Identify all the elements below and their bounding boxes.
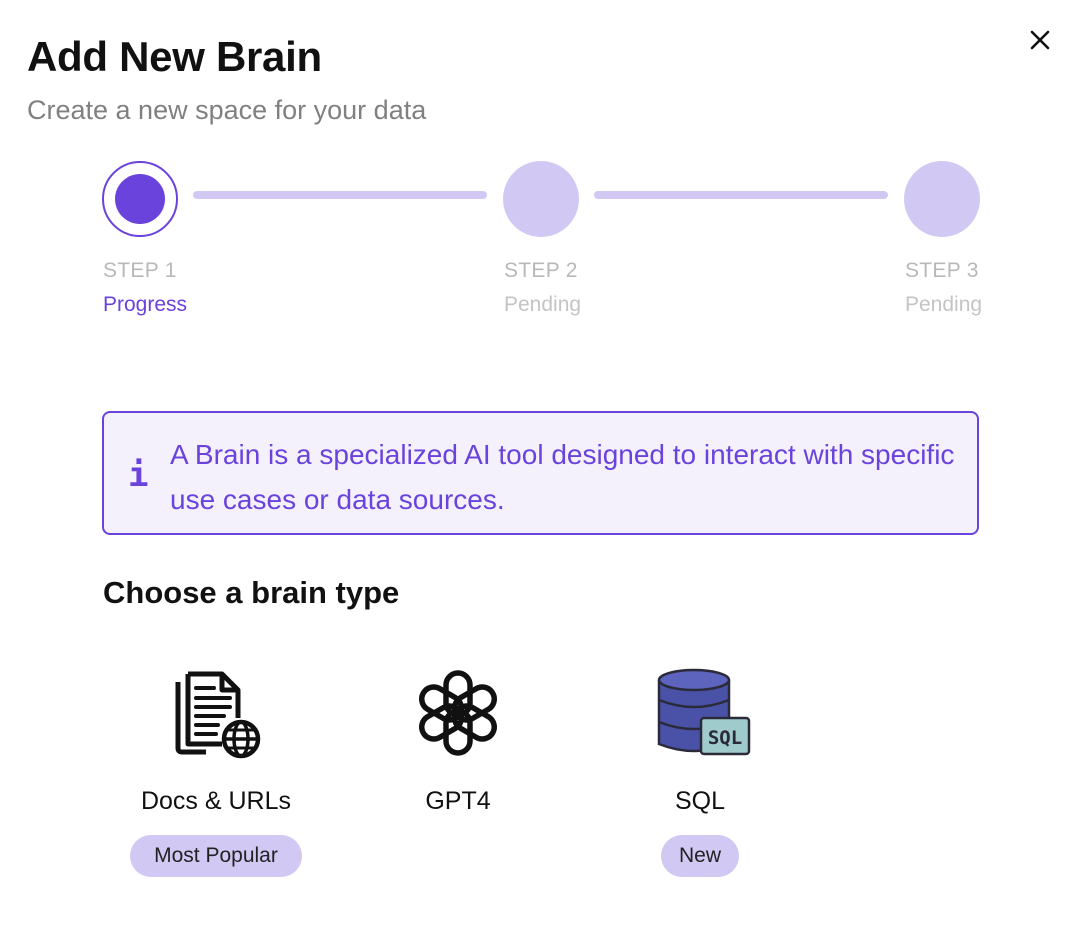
brain-type-name: GPT4 (425, 787, 491, 815)
step-1-indicator (102, 161, 178, 237)
step-3-status: Pending (905, 293, 983, 316)
step-1-status: Progress (103, 293, 188, 316)
step-1-dot (115, 174, 165, 224)
brain-type-name: SQL (674, 787, 726, 815)
most-popular-badge: Most Popular (130, 835, 302, 877)
step-2-label: STEP 2 (504, 259, 578, 282)
add-brain-modal: Add New Brain Create a new space for you… (0, 0, 1080, 949)
info-callout: i A Brain is a specialized AI tool desig… (102, 411, 979, 535)
step-2-indicator (503, 161, 579, 237)
modal-subtitle: Create a new space for your data (27, 95, 427, 125)
svg-text:SQL: SQL (708, 727, 742, 749)
brain-type-gpt4[interactable]: GPT4 (398, 660, 518, 815)
step-1-label: STEP 1 (103, 259, 177, 282)
document-globe-icon (175, 671, 261, 759)
close-icon (1030, 30, 1050, 50)
brain-type-name: Docs & URLs (140, 787, 292, 815)
brain-type-heading: Choose a brain type (103, 575, 400, 610)
openai-icon (419, 670, 497, 756)
new-badge: New (661, 835, 739, 877)
close-button[interactable] (1022, 22, 1058, 58)
brain-type-docs-urls[interactable]: Docs & URLs Most Popular (130, 660, 302, 877)
step-connector-1 (193, 191, 487, 199)
step-3-indicator (904, 161, 980, 237)
step-3-label: STEP 3 (905, 259, 979, 282)
sql-database-icon: SQL (657, 668, 751, 756)
info-text: A Brain is a specialized AI tool designe… (170, 439, 955, 515)
modal-title: Add New Brain (27, 33, 322, 80)
brain-type-sql[interactable]: SQL SQL New (640, 660, 760, 877)
step-2-status: Pending (504, 293, 582, 316)
info-icon: i (128, 455, 149, 495)
step-connector-2 (594, 191, 888, 199)
